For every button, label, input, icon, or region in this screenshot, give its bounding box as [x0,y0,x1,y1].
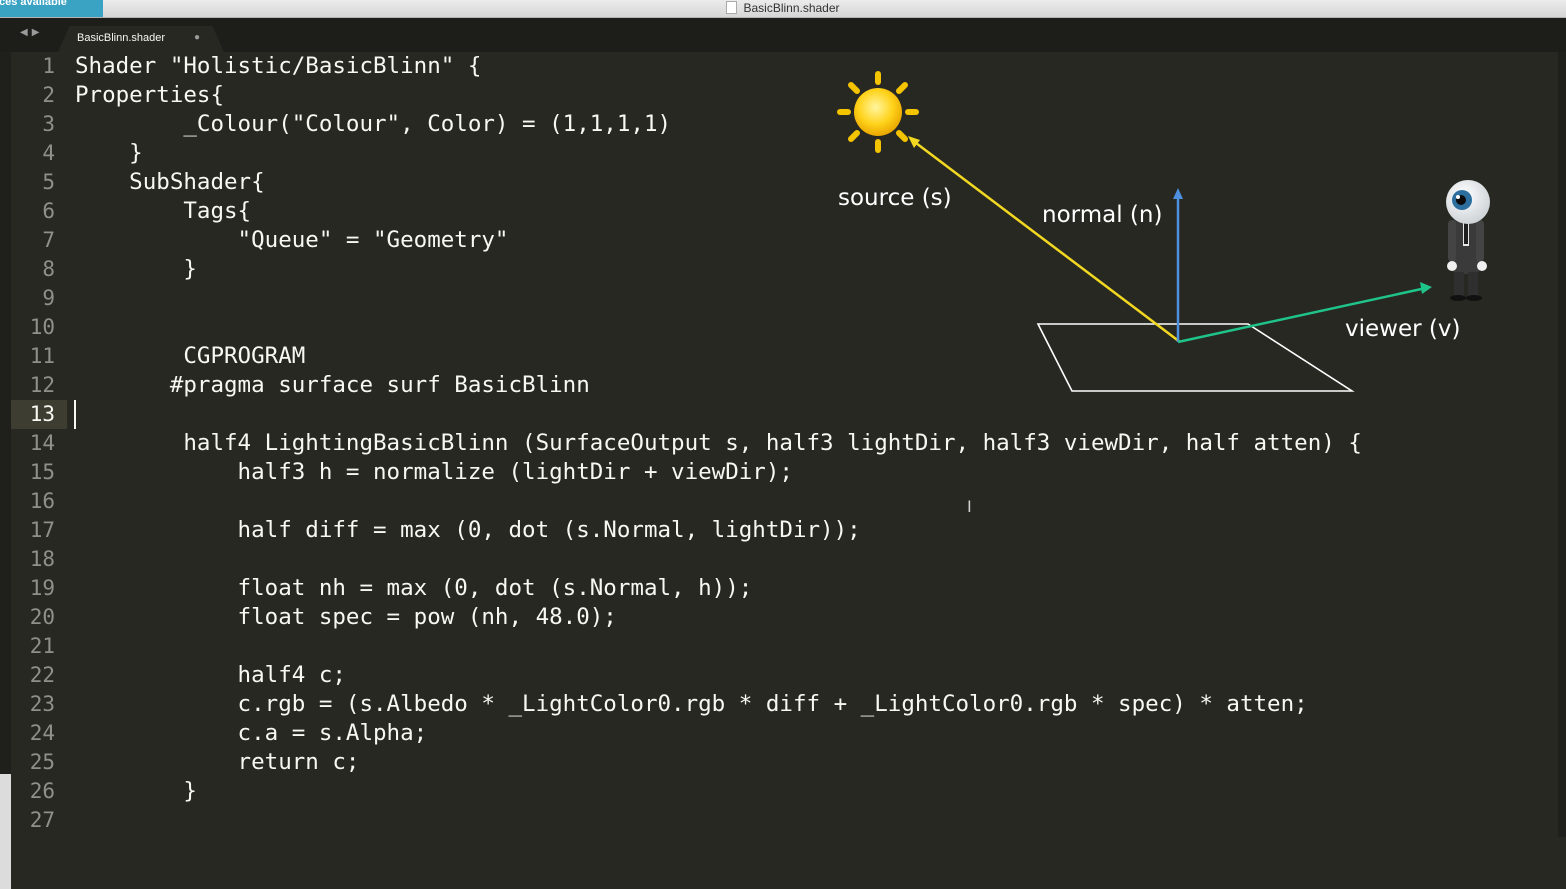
tab-nav-arrows[interactable]: ◀▶ [20,27,43,38]
line-number: 13 [11,400,67,429]
line-number: 5 [42,170,55,194]
line-number: 17 [29,518,55,542]
line-number: 19 [29,576,55,600]
unsaved-dot-icon[interactable]: ● [194,32,200,43]
code-line[interactable]: half3 h = normalize (lightDir + viewDir)… [75,458,1566,487]
tab-basicblinn[interactable]: BasicBlinn.shader ● [58,26,224,52]
blinn-phong-diagram: source (s) normal (n) viewer (v) [837,71,1490,392]
label-normal: normal (n) [1042,202,1162,228]
line-number: 23 [29,692,55,716]
line-number: 8 [42,257,55,281]
viewer-arrowhead [1420,282,1432,294]
code-line[interactable]: c.a = s.Alpha; [75,719,1566,748]
code-line[interactable]: half diff = max (0, dot (s.Normal, light… [75,516,1566,545]
code-line[interactable]: c.rgb = (s.Albedo * _LightColor0.rgb * d… [75,690,1566,719]
text-cursor [74,400,76,429]
line-number: 16 [29,489,55,513]
window-title: BasicBlinn.shader [0,0,1566,17]
notification-badge[interactable]: urces available [0,0,103,17]
normal-arrowhead [1173,188,1183,199]
arrow-left-icon[interactable]: ◀ [20,27,32,38]
code-line[interactable]: float nh = max (0, dot (s.Normal, h)); [75,574,1566,603]
code-line[interactable]: half4 c; [75,661,1566,690]
code-line[interactable] [75,632,1566,661]
tab-label: BasicBlinn.shader [77,32,166,44]
code-line[interactable]: float spec = pow (nh, 48.0); [75,603,1566,632]
line-number: 18 [29,547,55,571]
line-number: 21 [29,634,55,658]
tab-bar: ◀▶ BasicBlinn.shader ● [0,18,1566,52]
line-number: 9 [42,286,55,310]
code-line[interactable] [75,806,1566,835]
source-ray [911,139,1181,343]
label-viewer: viewer (v) [1345,316,1460,342]
left-window-edge [0,52,11,889]
code-line[interactable]: half4 LightingBasicBlinn (SurfaceOutput … [75,429,1566,458]
surface-plane [1036,323,1355,392]
line-number: 15 [29,460,55,484]
ibeam-cursor-icon: I [967,497,972,516]
sun-icon [837,71,919,153]
line-number: 10 [29,315,55,339]
code-line[interactable] [75,545,1566,574]
line-number: 7 [42,228,55,252]
line-number: 14 [29,431,55,455]
line-number-gutter: 1 2 3 4 5 6 7 8 9 10 11 12 13 14 15 16 17 18 19 20 21 22 23 24 2… [11,52,67,837]
line-number: 27 [29,808,55,832]
title-bar: BasicBlinn.shader [0,0,1566,18]
window-title-text: BasicBlinn.shader [743,1,840,15]
line-number: 6 [42,199,55,223]
line-number: 24 [29,721,55,745]
line-number: 11 [29,344,55,368]
line-number: 4 [42,141,55,165]
line-number: 22 [29,663,55,687]
line-number: 1 [42,54,55,78]
label-source: source (s) [838,185,952,211]
arrow-right-icon[interactable]: ▶ [32,27,44,38]
code-line[interactable]: } [75,777,1566,806]
line-number: 12 [29,373,55,397]
file-icon [726,1,738,14]
line-number: 2 [42,83,55,107]
line-number: 25 [29,750,55,774]
line-number: 20 [29,605,55,629]
line-number: 3 [42,112,55,136]
background-window-fragment [0,774,11,889]
eyeball-viewer-icon [1446,180,1490,301]
code-line[interactable]: return c; [75,748,1566,777]
code-line[interactable] [75,487,1566,516]
line-number: 26 [29,779,55,803]
